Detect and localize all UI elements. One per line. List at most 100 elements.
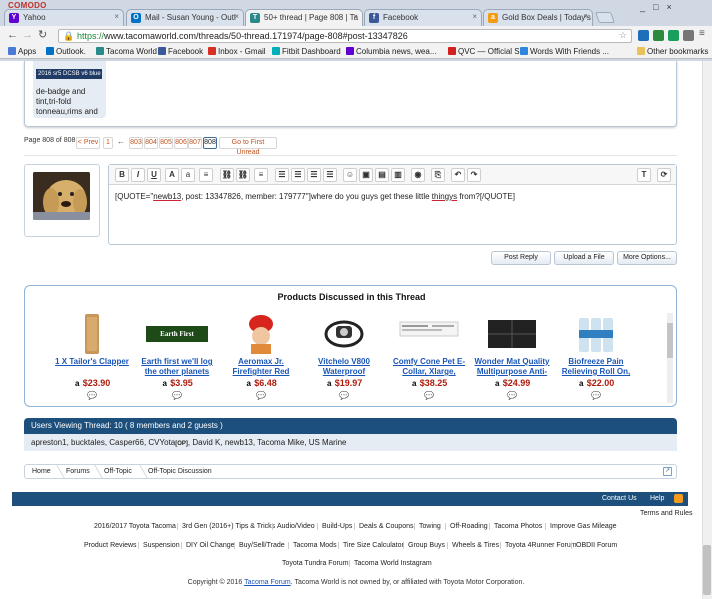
- bookmark-outlook[interactable]: Outlook.: [46, 47, 86, 56]
- star-icon[interactable]: ☆: [619, 30, 627, 41]
- footer-link[interactable]: Improve Gas Mileage: [545, 523, 617, 530]
- footer-link[interactable]: Audio/Video: [272, 523, 315, 530]
- outdent-icon[interactable]: ☰: [307, 168, 321, 182]
- tab-facebook[interactable]: f Facebook ×: [364, 9, 482, 26]
- close-tab-icon[interactable]: ×: [353, 12, 358, 21]
- upload-file-button[interactable]: Upload a File: [554, 251, 614, 265]
- bullet-list-icon[interactable]: ☰: [275, 168, 289, 182]
- rss-icon[interactable]: [674, 494, 683, 503]
- first-page-link[interactable]: 1: [103, 137, 113, 149]
- post-reply-button[interactable]: Post Reply: [491, 251, 551, 265]
- footer-link[interactable]: Off-Roading: [445, 523, 488, 530]
- bookmark-qvc[interactable]: QVC — Official Site: [448, 47, 528, 56]
- bold-button[interactable]: B: [115, 168, 129, 182]
- extension-icon[interactable]: [653, 30, 664, 41]
- product-card[interactable]: Biofreeze Pain Relieving Roll On, a $22.0…: [556, 314, 636, 400]
- page-scrollbar[interactable]: [702, 61, 712, 599]
- terms-link[interactable]: Terms and Rules: [640, 510, 693, 517]
- product-name[interactable]: Biofreeze Pain Relieving Roll On,: [556, 357, 636, 377]
- tacoma-forum-link[interactable]: Tacoma Forum: [244, 579, 291, 586]
- numbered-list-icon[interactable]: ☰: [291, 168, 305, 182]
- footer-link[interactable]: DIY Oil Change: [181, 542, 235, 549]
- product-image[interactable]: [484, 314, 540, 354]
- prev-page-button[interactable]: < Prev: [76, 137, 100, 149]
- product-card[interactable]: Comfy Cone Pet E-Collar, Xlarge, a $38.25…: [389, 314, 469, 400]
- comment-icon[interactable]: 💬: [137, 391, 217, 400]
- link-icon[interactable]: ⛓: [220, 168, 234, 182]
- text-color-button[interactable]: A: [165, 168, 179, 182]
- footer-link[interactable]: Toyota Tundra Forum: [282, 560, 349, 567]
- page-link[interactable]: 806: [174, 137, 188, 149]
- product-image[interactable]: [574, 314, 618, 354]
- tab-gold-box[interactable]: a Gold Box Deals | Today's ×: [483, 9, 593, 26]
- menu-icon[interactable]: ≡: [699, 28, 705, 39]
- address-bar[interactable]: 🔒 https://www.tacomaworld.com/threads/50…: [58, 29, 632, 43]
- footer-link[interactable]: Buy/Sell/Trade: [234, 542, 285, 549]
- product-name[interactable]: Comfy Cone Pet E-Collar, Xlarge,: [389, 357, 469, 377]
- comment-icon[interactable]: 💬: [556, 391, 636, 400]
- save-draft-icon[interactable]: ⎘: [431, 168, 445, 182]
- breadcrumb-current[interactable]: Off-Topic Discussion: [148, 468, 212, 475]
- bookmark-columbia[interactable]: Columbia news, wea...: [346, 47, 436, 56]
- bookmark-fitbit[interactable]: Fitbit Dashboard: [272, 47, 341, 56]
- contact-us-link[interactable]: Contact Us: [602, 495, 637, 502]
- close-tab-icon[interactable]: ×: [114, 12, 119, 21]
- undo-icon[interactable]: ↶: [451, 168, 465, 182]
- editor-content[interactable]: [QUOTE="newb13, post: 13347826, member: …: [115, 192, 515, 201]
- footer-link[interactable]: Towing: [414, 523, 441, 530]
- bookmark-other[interactable]: Other bookmarks: [637, 47, 708, 56]
- new-tab-button[interactable]: [594, 12, 616, 23]
- comment-icon[interactable]: 💬: [304, 391, 384, 400]
- reply-editor[interactable]: B I U A a ≡ ⛓ ⛓ ≡ ☰ ☰ ☰ ☰ ☺ ▣ ▤ ▥ ◉ ⎘ ↶ …: [108, 164, 677, 245]
- insert-icon[interactable]: ▥: [391, 168, 405, 182]
- breadcrumb-home[interactable]: Home: [32, 468, 51, 475]
- product-image[interactable]: [70, 314, 114, 354]
- comment-icon[interactable]: 💬: [472, 391, 552, 400]
- page-jump-arrow[interactable]: ←: [117, 137, 125, 146]
- tab-tacoma-thread[interactable]: T 50+ thread | Page 808 | Ta ×: [245, 9, 363, 27]
- footer-link[interactable]: Tacoma Photos: [489, 523, 542, 530]
- font-size-button[interactable]: a: [181, 168, 195, 182]
- page-scrollbar-thumb[interactable]: [703, 545, 711, 595]
- product-image[interactable]: [398, 314, 460, 354]
- indent-icon[interactable]: ☰: [323, 168, 337, 182]
- more-options-button[interactable]: More Options...: [617, 251, 677, 265]
- footer-link[interactable]: Group Buys: [403, 542, 445, 549]
- media-icon[interactable]: ▤: [375, 168, 389, 182]
- close-tab-icon[interactable]: ×: [472, 12, 477, 21]
- product-card[interactable]: Aeromax Jr. Firefighter Red a $6.48 💬: [221, 314, 301, 400]
- breadcrumb-off-topic[interactable]: Off-Topic: [104, 468, 132, 475]
- footer-link[interactable]: Wheels & Tires: [447, 542, 499, 549]
- bookmark-gmail[interactable]: Inbox - Gmail: [208, 47, 266, 56]
- italic-button[interactable]: I: [131, 168, 145, 182]
- extension-icon[interactable]: [683, 30, 694, 41]
- footer-link[interactable]: 2016/2017 Toyota Tacoma: [94, 523, 176, 530]
- footer-link[interactable]: Suspension: [138, 542, 180, 549]
- footer-link[interactable]: Build-Ups: [317, 523, 352, 530]
- footer-link[interactable]: Tacoma Mods: [288, 542, 337, 549]
- bookmark-tacoma-world[interactable]: Tacoma World: [96, 47, 157, 56]
- reload-icon[interactable]: ↻: [38, 29, 47, 41]
- footer-link[interactable]: Deals & Coupons: [354, 523, 413, 530]
- page-link[interactable]: 805: [159, 137, 173, 149]
- bookmark-words-with-friends[interactable]: Words With Friends ...: [520, 47, 609, 56]
- align-left-icon[interactable]: ≡: [254, 168, 268, 182]
- product-image[interactable]: [239, 314, 283, 354]
- jump-menu-icon[interactable]: ↗: [663, 467, 672, 476]
- footer-link[interactable]: Tacoma World Instagram: [349, 560, 432, 567]
- product-name[interactable]: Wonder Mat Quality Multipurpose Anti-: [472, 357, 552, 377]
- product-card[interactable]: Earth First Earth first we'll log the ot…: [137, 314, 217, 400]
- comment-icon[interactable]: 💬: [389, 391, 469, 400]
- forward-icon[interactable]: →: [22, 29, 33, 41]
- product-name[interactable]: Vitchelo V800 Waterproof: [304, 357, 384, 377]
- page-link[interactable]: 807: [188, 137, 202, 149]
- product-card[interactable]: 1 X Tailor's Clapper a $23.90 💬: [52, 314, 132, 400]
- comment-icon[interactable]: 💬: [221, 391, 301, 400]
- footer-link[interactable]: 3rd Gen (2016+) Tips & Tricks: [177, 523, 275, 530]
- close-tab-icon[interactable]: ×: [234, 12, 239, 21]
- redo-icon[interactable]: ↷: [467, 168, 481, 182]
- page-link[interactable]: 804: [144, 137, 158, 149]
- product-image[interactable]: Earth First: [146, 314, 208, 354]
- tab-outlook-mail[interactable]: O Mail - Susan Young - Outl ×: [126, 9, 244, 26]
- tab-yahoo[interactable]: Y Yahoo ×: [4, 9, 124, 26]
